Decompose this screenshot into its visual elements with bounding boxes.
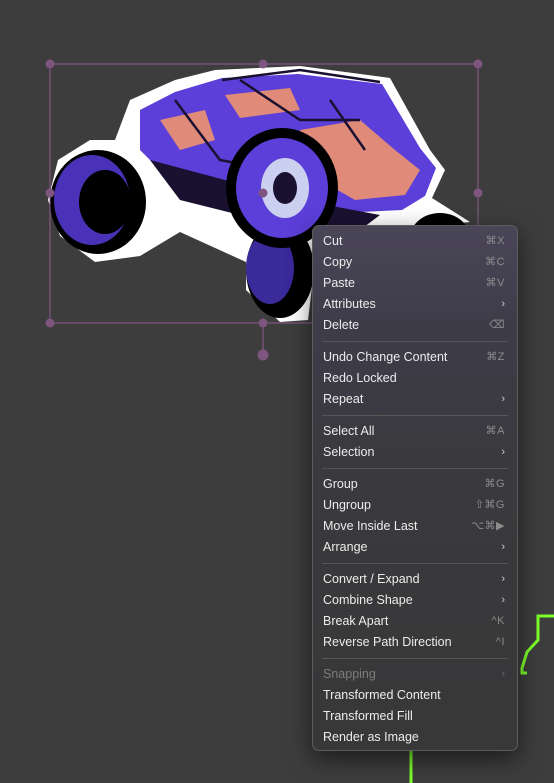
menu-item-ungroup[interactable]: Ungroup ⇧⌘G	[313, 495, 517, 516]
shortcut-group: ⌘G	[484, 478, 505, 490]
menu-item-delete[interactable]: Delete ⌫	[313, 315, 517, 336]
menu-item-break-apart[interactable]: Break Apart ^K	[313, 611, 517, 632]
menu-item-attributes[interactable]: Attributes ›	[313, 294, 517, 315]
menu-item-undo[interactable]: Undo Change Content ⌘Z	[313, 347, 517, 368]
shortcut-move-inside-last: ⌥⌘▶	[471, 520, 505, 532]
menu-separator	[322, 341, 508, 342]
menu-separator	[322, 415, 508, 416]
chevron-right-icon: ›	[501, 393, 505, 405]
menu-item-group[interactable]: Group ⌘G	[313, 474, 517, 495]
shortcut-break-apart: ^K	[491, 615, 505, 627]
shortcut-delete: ⌫	[488, 319, 505, 331]
chevron-right-icon: ›	[501, 668, 505, 680]
menu-item-snapping: Snapping ›	[313, 664, 517, 685]
menu-item-render-as-image[interactable]: Render as Image	[313, 727, 517, 748]
shortcut-copy: ⌘C	[485, 256, 505, 268]
menu-item-reverse-path-direction[interactable]: Reverse Path Direction ^I	[313, 632, 517, 653]
chevron-right-icon: ›	[501, 594, 505, 606]
menu-item-copy[interactable]: Copy ⌘C	[313, 252, 517, 273]
resize-handle-middle-right	[473, 188, 483, 198]
rotate-handle	[257, 349, 269, 361]
context-menu: Cut ⌘X Copy ⌘C Paste ⌘V Attributes › Delete ⌫…	[312, 225, 518, 751]
menu-item-convert-expand[interactable]: Convert / Expand ›	[313, 569, 517, 590]
menu-item-select-all[interactable]: Select All ⌘A	[313, 421, 517, 442]
menu-item-redo[interactable]: Redo Locked	[313, 368, 517, 389]
chevron-right-icon: ›	[501, 541, 505, 553]
resize-handle-middle-left	[45, 188, 55, 198]
menu-item-combine-shape[interactable]: Combine Shape ›	[313, 590, 517, 611]
chevron-right-icon: ›	[501, 446, 505, 458]
menu-item-selection[interactable]: Selection ›	[313, 442, 517, 463]
resize-handle-bottom-left	[45, 318, 55, 328]
menu-item-transformed-fill[interactable]: Transformed Fill	[313, 706, 517, 727]
resize-handle-top-right	[473, 59, 483, 69]
menu-separator	[322, 563, 508, 564]
shortcut-undo: ⌘Z	[486, 351, 505, 363]
menu-item-move-inside-last[interactable]: Move Inside Last ⌥⌘▶	[313, 516, 517, 537]
resize-handle-bottom-center	[258, 318, 268, 328]
menu-item-paste[interactable]: Paste ⌘V	[313, 273, 517, 294]
chevron-right-icon: ›	[501, 298, 505, 310]
chevron-right-icon: ›	[501, 573, 505, 585]
shortcut-cut: ⌘X	[485, 235, 505, 247]
menu-item-repeat[interactable]: Repeat ›	[313, 389, 517, 410]
shortcut-reverse-path: ^I	[495, 636, 505, 648]
resize-handle-top-left	[45, 59, 55, 69]
shortcut-select-all: ⌘A	[485, 425, 505, 437]
menu-item-cut[interactable]: Cut ⌘X	[313, 231, 517, 252]
shortcut-ungroup: ⇧⌘G	[474, 499, 505, 511]
resize-handle-center	[258, 188, 268, 198]
menu-item-transformed-content[interactable]: Transformed Content	[313, 685, 517, 706]
menu-separator	[322, 468, 508, 469]
menu-separator	[322, 658, 508, 659]
resize-handle-top-center	[258, 59, 268, 69]
menu-item-arrange[interactable]: Arrange ›	[313, 537, 517, 558]
shortcut-paste: ⌘V	[485, 277, 505, 289]
